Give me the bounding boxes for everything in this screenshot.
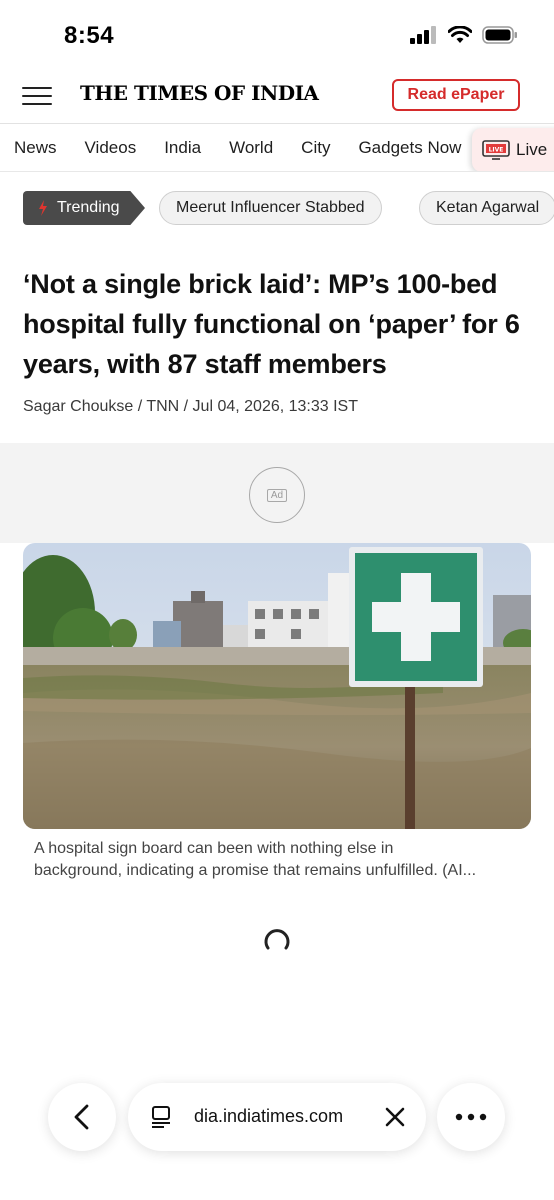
menu-icon[interactable] — [22, 87, 52, 107]
nav-item-world[interactable]: World — [229, 138, 273, 158]
nav-item-news[interactable]: News — [14, 138, 57, 158]
article-headline: ‘Not a single brick laid’: MP’s 100-bed … — [23, 269, 520, 379]
nav-item-gadgets-now[interactable]: Gadgets Now — [358, 138, 461, 158]
back-button[interactable] — [48, 1083, 116, 1151]
browser-toolbar: dia.indiatimes.com — [0, 1083, 554, 1153]
ad-placeholder: Ad — [0, 443, 554, 543]
trending-chip[interactable]: Meerut Influencer Stabbed — [159, 191, 382, 225]
article-byline: Sagar Choukse / TNN / Jul 04, 2026, 13:3… — [23, 398, 358, 415]
flame-icon — [39, 200, 47, 216]
status-time: 8:54 — [64, 22, 115, 49]
loading-spinner-icon — [264, 929, 290, 950]
caption-line-2: background, indicating a promise that re… — [34, 862, 477, 879]
ad-icon: Ad — [249, 467, 305, 523]
close-icon[interactable] — [383, 1105, 407, 1129]
caption-line-1: A hospital sign board can been with noth… — [34, 840, 394, 857]
svg-text:LIVE: LIVE — [489, 146, 504, 153]
article-image[interactable] — [23, 543, 531, 829]
ad-label: Ad — [266, 488, 288, 502]
status-icons — [410, 26, 518, 44]
nav-item-city[interactable]: City — [301, 138, 330, 158]
live-tv-icon: LIVE — [482, 140, 510, 160]
read-epaper-button[interactable]: Read ePaper — [392, 79, 520, 111]
wifi-icon — [448, 26, 472, 43]
live-tv-button[interactable]: LIVE Live — [472, 128, 554, 171]
battery-icon — [482, 26, 517, 44]
status-bar: 8:54 — [0, 0, 554, 70]
more-dots-icon — [455, 1113, 487, 1121]
live-label: Live — [516, 140, 548, 159]
nav-item-india[interactable]: India — [164, 138, 201, 158]
reader-icon[interactable] — [150, 1105, 174, 1129]
site-header: THE TIMES OF INDIA Read ePaper — [0, 70, 554, 124]
address-bar[interactable]: dia.indiatimes.com — [128, 1083, 426, 1151]
nav-item-videos[interactable]: Videos — [85, 138, 137, 158]
url-text[interactable]: dia.indiatimes.com — [194, 1106, 370, 1127]
image-caption: A hospital sign board can been with noth… — [34, 838, 520, 882]
section-nav: News Videos India World City Gadgets Now… — [0, 124, 554, 172]
signal-icon — [410, 26, 436, 44]
trending-bar: Trending Meerut Influencer Stabbed Ketan… — [0, 190, 554, 226]
trending-label: Trending — [57, 199, 120, 216]
chevron-left-icon — [74, 1104, 89, 1130]
trending-chip[interactable]: Ketan Agarwal — [419, 191, 554, 225]
trending-badge: Trending — [23, 191, 145, 225]
more-button[interactable] — [437, 1083, 505, 1151]
site-logo[interactable]: THE TIMES OF INDIA — [80, 81, 319, 105]
